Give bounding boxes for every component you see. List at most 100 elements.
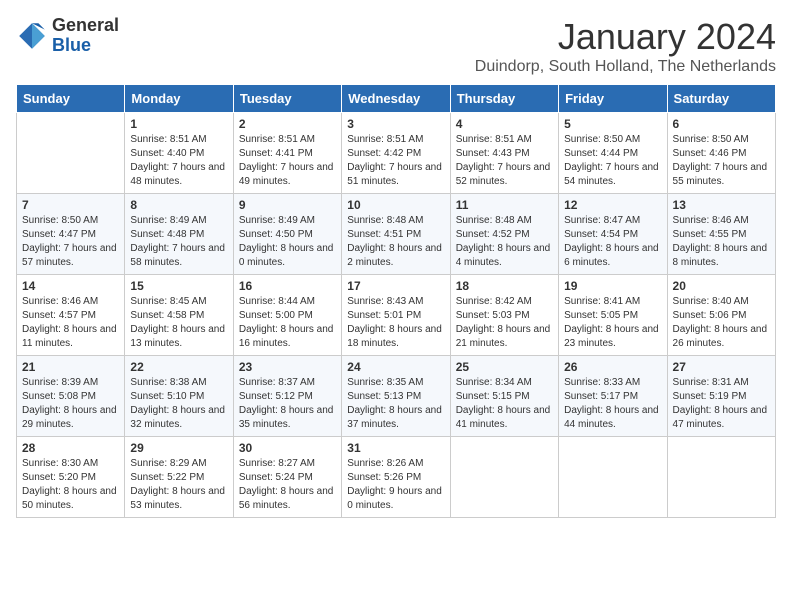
calendar-cell: 26 Sunrise: 8:33 AMSunset: 5:17 PMDayligh… — [559, 356, 667, 437]
day-number: 19 — [564, 279, 661, 293]
day-detail: Sunrise: 8:50 AMSunset: 4:44 PMDaylight:… — [564, 133, 661, 189]
day-number: 14 — [22, 279, 119, 293]
logo-general-label: General — [52, 16, 119, 36]
calendar-cell: 12Sunrise: 8:47 AMSunset: 4:54 PMDayligh… — [559, 194, 667, 275]
day-detail: Sunrise: 8:50 AMSunset: 4:46 PMDaylight:… — [673, 133, 770, 189]
day-number: 23 — [239, 360, 336, 374]
day-detail: Sunrise: 8:37 AMSunset: 5:12 PMDaylight:… — [239, 376, 336, 432]
day-detail: Sunrise: 8:27 AMSunset: 5:24 PMDaylight:… — [239, 457, 336, 513]
day-detail: Sunrise: 8:31 AMSunset: 5:19 PMDaylight:… — [673, 376, 770, 432]
week-row-5: 28Sunrise: 8:30 AMSunset: 5:20 PMDayligh… — [17, 437, 776, 518]
week-row-3: 14 Sunrise: 8:46 AMSunset: 4:57 PMDayligh… — [17, 275, 776, 356]
calendar-table: SundayMondayTuesdayWednesdayThursdayFrid… — [16, 84, 776, 518]
day-number: 2 — [239, 117, 336, 131]
calendar-cell: 2 Sunrise: 8:51 AMSunset: 4:41 PMDaylight… — [233, 113, 341, 194]
day-detail: Sunrise: 8:50 AMSunset: 4:47 PMDaylight:… — [22, 214, 119, 270]
day-number: 22 — [130, 360, 227, 374]
calendar-cell — [17, 113, 125, 194]
day-number: 25 — [456, 360, 553, 374]
location-label: Duindorp, South Holland, The Netherlands — [475, 58, 776, 76]
header: General Blue January 2024 Duindorp, Sout… — [16, 16, 776, 76]
day-number: 10 — [347, 198, 444, 212]
calendar-cell: 14 Sunrise: 8:46 AMSunset: 4:57 PMDayligh… — [17, 275, 125, 356]
title-area: January 2024 Duindorp, South Holland, Th… — [475, 16, 776, 76]
day-number: 15 — [130, 279, 227, 293]
calendar-cell: 30 Sunrise: 8:27 AMSunset: 5:24 PMDayligh… — [233, 437, 341, 518]
calendar-cell: 10 Sunrise: 8:48 AMSunset: 4:51 PMDayligh… — [342, 194, 450, 275]
calendar-cell: 27Sunrise: 8:31 AMSunset: 5:19 PMDayligh… — [667, 356, 775, 437]
week-row-1: 1Sunrise: 8:51 AMSunset: 4:40 PMDaylight… — [17, 113, 776, 194]
day-detail: Sunrise: 8:48 AMSunset: 4:52 PMDaylight:… — [456, 214, 553, 270]
day-number: 9 — [239, 198, 336, 212]
weekday-header-wednesday: Wednesday — [342, 85, 450, 113]
day-detail: Sunrise: 8:26 AMSunset: 5:26 PMDaylight:… — [347, 457, 444, 513]
day-number: 12 — [564, 198, 661, 212]
calendar-cell — [450, 437, 558, 518]
day-detail: Sunrise: 8:49 AMSunset: 4:48 PMDaylight:… — [130, 214, 227, 270]
day-number: 4 — [456, 117, 553, 131]
day-number: 17 — [347, 279, 444, 293]
logo-icon — [16, 20, 48, 52]
calendar-cell: 8 Sunrise: 8:49 AMSunset: 4:48 PMDaylight… — [125, 194, 233, 275]
day-detail: Sunrise: 8:48 AMSunset: 4:51 PMDaylight:… — [347, 214, 444, 270]
day-number: 21 — [22, 360, 119, 374]
calendar-cell — [667, 437, 775, 518]
calendar-cell: 20 Sunrise: 8:40 AMSunset: 5:06 PMDayligh… — [667, 275, 775, 356]
day-detail: Sunrise: 8:51 AMSunset: 4:42 PMDaylight:… — [347, 133, 444, 189]
calendar-cell: 28Sunrise: 8:30 AMSunset: 5:20 PMDayligh… — [17, 437, 125, 518]
weekday-header-monday: Monday — [125, 85, 233, 113]
logo-text: General Blue — [52, 16, 119, 56]
calendar-cell: 25 Sunrise: 8:34 AMSunset: 5:15 PMDayligh… — [450, 356, 558, 437]
day-number: 16 — [239, 279, 336, 293]
day-number: 1 — [130, 117, 227, 131]
day-detail: Sunrise: 8:51 AMSunset: 4:43 PMDaylight:… — [456, 133, 553, 189]
day-detail: Sunrise: 8:40 AMSunset: 5:06 PMDaylight:… — [673, 295, 770, 351]
logo-blue-label: Blue — [52, 36, 119, 56]
month-title: January 2024 — [475, 16, 776, 58]
day-detail: Sunrise: 8:46 AMSunset: 4:57 PMDaylight:… — [22, 295, 119, 351]
day-detail: Sunrise: 8:38 AMSunset: 5:10 PMDaylight:… — [130, 376, 227, 432]
calendar-cell: 9 Sunrise: 8:49 AMSunset: 4:50 PMDaylight… — [233, 194, 341, 275]
weekday-header-sunday: Sunday — [17, 85, 125, 113]
day-number: 26 — [564, 360, 661, 374]
calendar-cell: 23 Sunrise: 8:37 AMSunset: 5:12 PMDayligh… — [233, 356, 341, 437]
week-row-2: 7 Sunrise: 8:50 AMSunset: 4:47 PMDaylight… — [17, 194, 776, 275]
day-detail: Sunrise: 8:44 AMSunset: 5:00 PMDaylight:… — [239, 295, 336, 351]
day-number: 31 — [347, 441, 444, 455]
calendar-cell: 29 Sunrise: 8:29 AMSunset: 5:22 PMDayligh… — [125, 437, 233, 518]
day-number: 6 — [673, 117, 770, 131]
calendar-cell: 3 Sunrise: 8:51 AMSunset: 4:42 PMDaylight… — [342, 113, 450, 194]
day-number: 8 — [130, 198, 227, 212]
day-number: 28 — [22, 441, 119, 455]
day-detail: Sunrise: 8:46 AMSunset: 4:55 PMDaylight:… — [673, 214, 770, 270]
day-detail: Sunrise: 8:35 AMSunset: 5:13 PMDaylight:… — [347, 376, 444, 432]
calendar-cell: 22 Sunrise: 8:38 AMSunset: 5:10 PMDayligh… — [125, 356, 233, 437]
day-number: 20 — [673, 279, 770, 293]
calendar-cell: 24 Sunrise: 8:35 AMSunset: 5:13 PMDayligh… — [342, 356, 450, 437]
weekday-header-row: SundayMondayTuesdayWednesdayThursdayFrid… — [17, 85, 776, 113]
calendar-cell: 13Sunrise: 8:46 AMSunset: 4:55 PMDayligh… — [667, 194, 775, 275]
day-detail: Sunrise: 8:34 AMSunset: 5:15 PMDaylight:… — [456, 376, 553, 432]
day-detail: Sunrise: 8:51 AMSunset: 4:41 PMDaylight:… — [239, 133, 336, 189]
calendar-cell — [559, 437, 667, 518]
day-detail: Sunrise: 8:45 AMSunset: 4:58 PMDaylight:… — [130, 295, 227, 351]
calendar-cell: 31 Sunrise: 8:26 AMSunset: 5:26 PMDayligh… — [342, 437, 450, 518]
calendar-cell: 17Sunrise: 8:43 AMSunset: 5:01 PMDayligh… — [342, 275, 450, 356]
calendar-cell: 6 Sunrise: 8:50 AMSunset: 4:46 PMDaylight… — [667, 113, 775, 194]
day-number: 11 — [456, 198, 553, 212]
calendar-cell: 18Sunrise: 8:42 AMSunset: 5:03 PMDayligh… — [450, 275, 558, 356]
weekday-header-thursday: Thursday — [450, 85, 558, 113]
calendar-cell: 4 Sunrise: 8:51 AMSunset: 4:43 PMDaylight… — [450, 113, 558, 194]
weekday-header-friday: Friday — [559, 85, 667, 113]
day-number: 24 — [347, 360, 444, 374]
day-number: 7 — [22, 198, 119, 212]
day-number: 3 — [347, 117, 444, 131]
day-detail: Sunrise: 8:49 AMSunset: 4:50 PMDaylight:… — [239, 214, 336, 270]
day-number: 29 — [130, 441, 227, 455]
calendar-cell: 21 Sunrise: 8:39 AMSunset: 5:08 PMDayligh… — [17, 356, 125, 437]
day-number: 30 — [239, 441, 336, 455]
day-detail: Sunrise: 8:39 AMSunset: 5:08 PMDaylight:… — [22, 376, 119, 432]
day-number: 18 — [456, 279, 553, 293]
day-detail: Sunrise: 8:33 AMSunset: 5:17 PMDaylight:… — [564, 376, 661, 432]
day-detail: Sunrise: 8:29 AMSunset: 5:22 PMDaylight:… — [130, 457, 227, 513]
